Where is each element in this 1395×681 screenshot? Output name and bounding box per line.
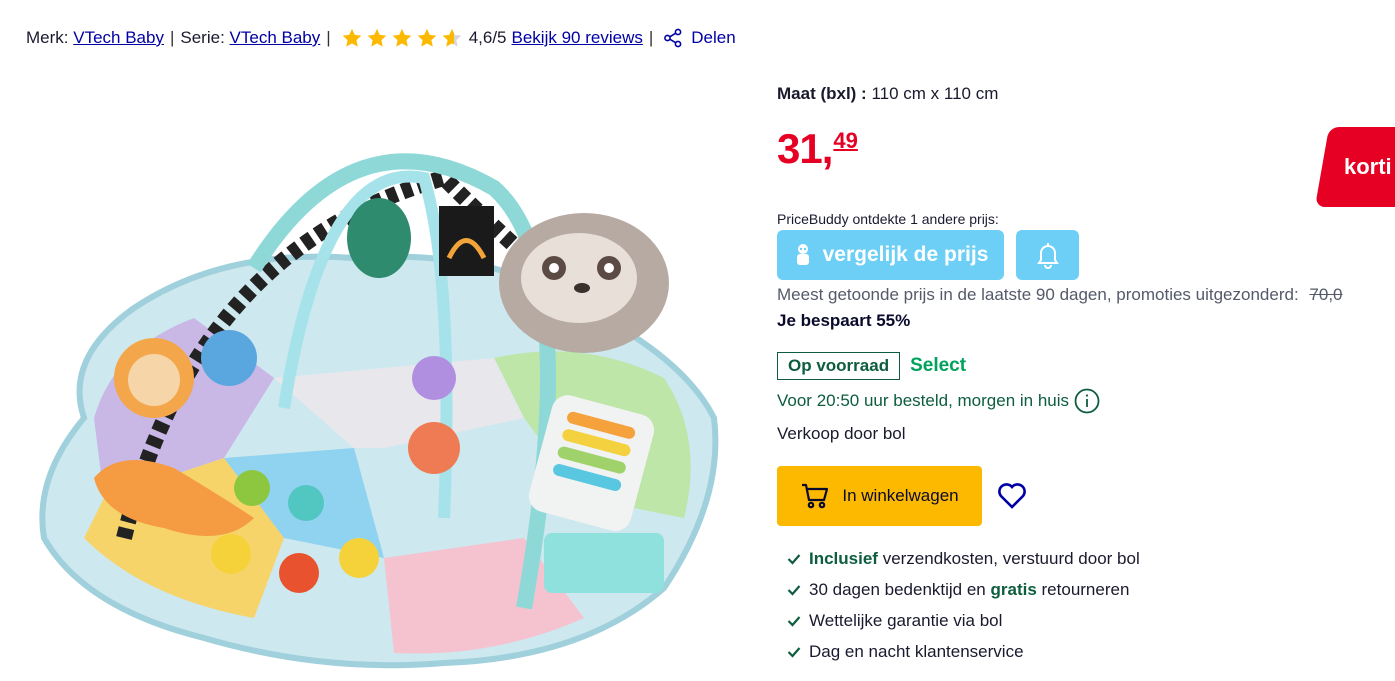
star-icon	[392, 28, 412, 47]
promo-badge-label: korti	[1344, 154, 1392, 179]
usp-text: 30 dagen bedenktijd en	[809, 579, 991, 599]
usp-text: retourneren	[1036, 579, 1130, 599]
wishlist-button[interactable]	[996, 480, 1028, 512]
seller-text: Verkoop door bol	[777, 424, 906, 443]
bell-icon	[1036, 243, 1059, 269]
usp-list: Inclusief verzendkosten, verstuurd door …	[777, 543, 1395, 667]
ball-yellow	[211, 534, 251, 574]
usp-item: Wettelijke garantie via bol	[777, 605, 1395, 636]
compare-price-label: vergelijk de prijs	[822, 243, 989, 266]
usp-highlight: Inclusief	[809, 548, 878, 568]
series-label: Serie:	[180, 28, 225, 47]
size-spec: Maat (bxl) : 110 cm x 110 cm	[777, 84, 1395, 104]
price-whole: 31,	[777, 125, 833, 172]
usp-item: Inclusief verzendkosten, verstuurd door …	[777, 543, 1395, 574]
reviews-link[interactable]: Bekijk 90 reviews	[512, 28, 643, 48]
add-to-cart-button[interactable]: In winkelwagen	[777, 466, 982, 526]
savings-text: Je bespaart 55%	[777, 311, 911, 330]
usp-text: Wettelijke garantie via bol	[809, 610, 1003, 630]
check-icon	[787, 646, 801, 658]
add-to-cart-label: In winkelwagen	[842, 486, 959, 505]
cart-row: In winkelwagen	[777, 466, 1395, 526]
pricebuddy-buttons: vergelijk de prijs	[777, 230, 1395, 280]
price: 31, 49	[777, 128, 1395, 188]
separator: |	[169, 28, 175, 47]
brand-label: Merk:	[26, 28, 69, 47]
star-icon	[367, 28, 387, 47]
price-alert-button[interactable]	[1016, 230, 1079, 280]
promo-badge[interactable]: korti	[1314, 127, 1395, 207]
heart-icon	[998, 483, 1026, 509]
spec-value: 110 cm x 110 cm	[871, 84, 999, 103]
share-button[interactable]: Delen	[663, 28, 736, 48]
brand-link[interactable]: VTech Baby	[73, 28, 164, 48]
star-icon	[342, 28, 362, 47]
usp-item: Dag en nacht klantenservice	[777, 636, 1395, 667]
buy-block: Maat (bxl) : 110 cm x 110 cm 31, 49 kort…	[777, 80, 1395, 667]
series-link[interactable]: VTech Baby	[230, 28, 321, 48]
price-history: Meest getoonde prijs in de laatste 90 da…	[777, 285, 1395, 305]
separator: |	[648, 28, 654, 47]
old-price: 70,0	[1309, 285, 1343, 304]
select-label[interactable]: Select	[910, 355, 966, 377]
ball-green	[234, 470, 270, 506]
usp-item: 30 dagen bedenktijd en gratis retournere…	[777, 574, 1395, 605]
star-icon	[417, 28, 437, 47]
ball-red	[279, 553, 319, 593]
ball-teal	[288, 485, 324, 521]
toy-leaf	[347, 198, 411, 278]
product-meta-bar: Merk: VTech Baby | Serie: VTech Baby | 4…	[26, 26, 736, 50]
pricebuddy-text: PriceBuddy ontdekte 1 andere prijs:	[777, 211, 999, 227]
toy-owl	[201, 330, 257, 386]
toy-flower	[408, 422, 460, 474]
separator: |	[326, 28, 331, 47]
price-cents: 49	[833, 128, 858, 153]
share-icon	[664, 28, 682, 48]
pricebuddy-icon	[796, 244, 809, 265]
usp-text: Dag en nacht klantenservice	[809, 641, 1024, 661]
check-icon	[787, 584, 801, 596]
stock-row: Op voorraad Select	[777, 352, 1395, 380]
product-image[interactable]	[24, 118, 724, 678]
rating-value: 4,6/5	[468, 28, 507, 47]
toy-piano	[544, 533, 664, 593]
compare-price-button[interactable]: vergelijk de prijs	[777, 230, 1004, 280]
star-half-icon	[442, 28, 462, 47]
price-history-text: Meest getoonde prijs in de laatste 90 da…	[777, 285, 1299, 304]
info-icon[interactable]	[1074, 388, 1100, 414]
delivery-text: Voor 20:50 uur besteld, morgen in huis	[777, 391, 1070, 410]
usp-text: verzendkosten, verstuurd door bol	[877, 548, 1140, 568]
check-icon	[787, 615, 801, 627]
ball-yellow-2	[339, 538, 379, 578]
stock-badge: Op voorraad	[777, 352, 901, 380]
delivery-promise: Voor 20:50 uur besteld, morgen in huis	[777, 388, 1395, 414]
share-label: Delen	[691, 28, 736, 47]
rating-stars	[341, 27, 463, 49]
cart-icon	[802, 483, 829, 509]
toy-flower-purple	[412, 356, 456, 400]
spec-label: Maat (bxl) :	[777, 84, 867, 103]
usp-highlight: gratis	[990, 579, 1037, 599]
check-icon	[787, 553, 801, 565]
